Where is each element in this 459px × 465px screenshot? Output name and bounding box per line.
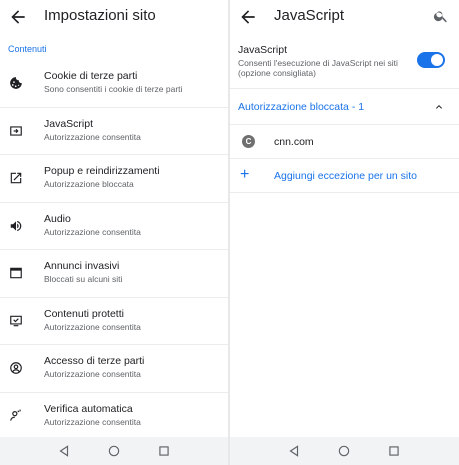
javascript-switch[interactable] [417, 52, 445, 68]
javascript-toggle-row[interactable]: JavaScript Consenti l'esecuzione di Java… [230, 34, 459, 89]
settings-item-third-party-access[interactable]: Accesso di terze parti Autorizzazione co… [0, 345, 228, 393]
add-exception-button[interactable]: + Aggiungi eccezione per un sito [230, 159, 459, 193]
code-icon [9, 124, 23, 138]
nav-recents-icon[interactable] [387, 444, 401, 458]
system-nav-bar [230, 437, 459, 465]
settings-item-subtitle: Autorizzazione consentita [44, 321, 141, 332]
app-bar: Impostazioni sito [0, 0, 228, 34]
system-nav-bar [0, 437, 228, 465]
app-bar: JavaScript [230, 0, 459, 34]
settings-item-title: Cookie di terze parti [44, 70, 138, 82]
account-circle-icon [9, 361, 23, 375]
nav-back-icon[interactable] [287, 444, 301, 458]
blocked-section-header[interactable]: Autorizzazione bloccata - 1 [230, 89, 459, 125]
settings-item-title: Annunci invasivi [44, 260, 120, 272]
settings-list: Cookie di terze parti Sono consentiti i … [0, 60, 228, 440]
open-in-new-icon [9, 171, 23, 185]
chevron-up-icon[interactable] [433, 101, 445, 113]
site-settings-screen: Impostazioni sito Contenuti Cookie di te… [0, 0, 228, 465]
settings-item-subtitle: Autorizzazione consentita [44, 416, 141, 427]
settings-item-title: JavaScript [44, 117, 94, 130]
toggle-subtitle: Consenti l'esecuzione di JavaScript nei … [238, 58, 398, 78]
site-favicon: C [242, 135, 255, 148]
blocked-section-title: Autorizzazione bloccata - 1 [238, 101, 365, 113]
settings-item-cookies[interactable]: Cookie di terze parti Sono consentiti i … [0, 60, 228, 108]
settings-item-subtitle: Autorizzazione consentita [44, 226, 141, 237]
settings-item-subtitle: Bloccati su alcuni siti [44, 274, 123, 284]
settings-item-popups[interactable]: Popup e reindirizzamenti Autorizzazione … [0, 155, 228, 203]
site-domain: cnn.com [274, 136, 314, 148]
nav-back-icon[interactable] [57, 444, 71, 458]
settings-item-auto-verify[interactable]: Verifica automatica Autorizzazione conse… [0, 393, 228, 440]
settings-item-javascript[interactable]: JavaScript Autorizzazione consentita [0, 108, 228, 155]
settings-item-ads[interactable]: Annunci invasivi Bloccati su alcuni siti [0, 250, 228, 298]
protected-content-icon [9, 314, 23, 328]
nav-home-icon[interactable] [337, 444, 351, 458]
settings-item-title: Popup e reindirizzamenti [44, 165, 160, 177]
settings-item-title: Contenuti protetti [44, 307, 124, 320]
page-title: JavaScript [274, 7, 345, 24]
nav-home-icon[interactable] [107, 444, 121, 458]
switch-knob [431, 54, 443, 66]
settings-item-subtitle: Autorizzazione consentita [44, 369, 141, 379]
person-verify-icon [9, 409, 23, 423]
settings-item-title: Verifica automatica [44, 402, 133, 415]
settings-item-protected-content[interactable]: Contenuti protetti Autorizzazione consen… [0, 298, 228, 345]
section-header-content: Contenuti [8, 44, 47, 54]
plus-icon: + [240, 166, 250, 183]
volume-icon [9, 219, 23, 233]
settings-item-title: Audio [44, 212, 71, 225]
settings-item-audio[interactable]: Audio Autorizzazione consentita [0, 203, 228, 250]
blocked-site-item[interactable]: C cnn.com [230, 125, 459, 159]
settings-item-title: Accesso di terze parti [44, 355, 145, 367]
javascript-screen: JavaScript JavaScript Consenti l'esecuzi… [230, 0, 459, 465]
back-arrow-icon[interactable] [238, 7, 258, 27]
settings-item-subtitle: Autorizzazione consentita [44, 131, 141, 142]
settings-item-subtitle: Sono consentiti i cookie di terze parti [44, 84, 183, 94]
cookie-icon [9, 76, 23, 90]
window-icon [9, 266, 23, 280]
nav-recents-icon[interactable] [157, 444, 171, 458]
page-title: Impostazioni sito [44, 7, 156, 24]
search-icon[interactable] [433, 8, 449, 24]
settings-item-subtitle: Autorizzazione bloccata [44, 179, 134, 189]
back-arrow-icon[interactable] [8, 7, 28, 27]
add-exception-label: Aggiungi eccezione per un sito [274, 170, 418, 182]
